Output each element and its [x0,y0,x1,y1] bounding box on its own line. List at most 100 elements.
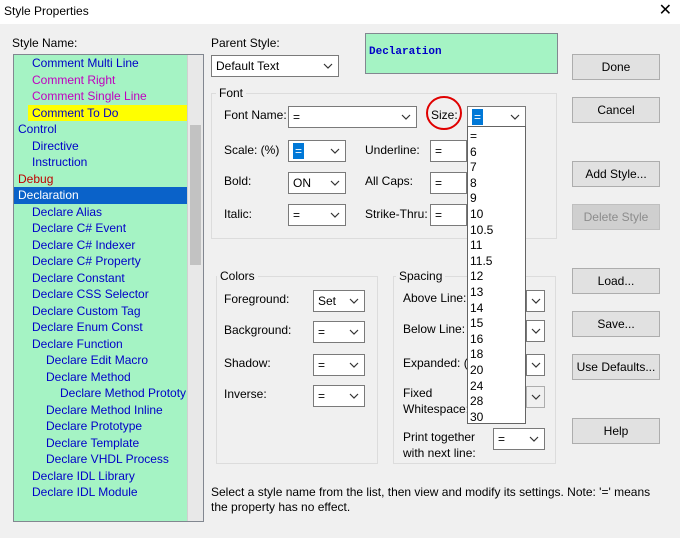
style-list-item[interactable]: Control [18,121,57,138]
chevron-down-icon [347,355,361,375]
use-defaults-button[interactable]: Use Defaults... [572,354,660,380]
size-option[interactable]: 10.5 [470,223,493,238]
bold-dropdown[interactable]: ON [288,172,346,194]
size-option[interactable]: = [470,129,477,144]
add-style-button[interactable]: Add Style... [572,161,660,187]
colors-group-label: Colors [217,269,258,283]
expanded-dropdown[interactable] [526,354,545,376]
bold-value: ON [293,176,311,190]
style-list-item[interactable]: Declare C# Indexer [32,237,135,254]
style-name-label: Style Name: [12,36,78,50]
style-list-item[interactable]: Declare Function [32,336,123,353]
inverse-dropdown[interactable]: = [313,385,365,407]
size-option[interactable]: 14 [470,301,483,316]
font-name-dropdown[interactable]: = [288,106,417,128]
style-list-item[interactable]: Comment Multi Line [32,55,139,72]
size-option[interactable]: 8 [470,176,477,191]
background-dropdown[interactable]: = [313,321,365,343]
size-option[interactable]: 9 [470,191,477,206]
below-line-dropdown[interactable] [526,320,545,342]
close-icon[interactable]: ✕ [659,2,672,20]
style-list-item[interactable]: Declare Alias [32,204,102,221]
style-name-list[interactable]: Comment Multi Line Comment Right Comment S… [13,54,204,522]
style-list-item[interactable]: Declare C# Event [32,220,126,237]
style-list-item[interactable]: Comment Right [32,72,115,89]
style-list-item[interactable]: Declare Template [46,435,139,452]
size-option[interactable]: 18 [470,347,483,362]
done-button[interactable]: Done [572,54,660,80]
background-label: Background: [224,323,292,337]
scale-dropdown[interactable]: = [288,140,346,162]
all-caps-dropdown[interactable]: = [430,172,467,194]
parent-style-value: Default Text [216,59,280,73]
style-list-item[interactable]: Declare IDL Module [32,484,138,501]
size-option[interactable]: 11 [470,238,482,253]
strike-thru-dropdown[interactable]: = [430,204,467,226]
style-list-item[interactable]: Directive [32,138,79,155]
style-list-item[interactable]: Declare Method Prototy [60,385,186,402]
size-dropdown[interactable]: = [467,106,526,128]
shadow-dropdown[interactable]: = [313,354,365,376]
italic-dropdown[interactable]: = [288,204,346,226]
size-options-list[interactable]: = 6 7 8 9 10 10.5 11 11.5 12 13 14 15 16 18 20 24 28 30 [467,126,526,424]
above-line-label: Above Line: [403,291,467,305]
print-together-label: Print together [403,430,476,444]
size-option[interactable]: 10 [470,207,483,222]
style-list-item[interactable]: Declare Constant [32,270,125,287]
style-list-item[interactable]: Declare VHDL Process [46,451,169,468]
size-option[interactable]: 7 [470,160,477,175]
size-option[interactable]: 15 [470,316,483,331]
style-list-scrollbar[interactable] [187,55,203,521]
style-properties-dialog: Style Properties ✕ Style Name: Comment M… [0,0,680,538]
scrollbar-thumb[interactable] [190,125,201,265]
style-list-item[interactable]: Declare Prototype [46,418,142,435]
chevron-down-icon [328,141,342,161]
chevron-down-icon [347,291,361,311]
size-option[interactable]: 11.5 [470,254,492,269]
style-list-item[interactable]: Declare Custom Tag [32,303,141,320]
style-list-item[interactable]: Declare Enum Const [32,319,143,336]
print-together-value: = [498,432,506,446]
above-line-dropdown[interactable] [526,290,545,312]
style-list-item[interactable]: Declare IDL Library [32,468,135,485]
size-option[interactable]: 30 [470,410,483,425]
underline-label: Underline: [365,143,420,157]
size-option[interactable]: 6 [470,145,477,160]
style-list-item[interactable]: Declare Edit Macro [46,352,148,369]
size-option[interactable]: 24 [470,379,483,394]
size-value: = [472,109,484,125]
chevron-down-icon [529,355,543,375]
style-list-item[interactable]: Declare Method [46,369,131,386]
style-list-item[interactable]: Declaration [14,187,188,204]
style-list-item[interactable]: Instruction [32,154,87,171]
style-list-item[interactable]: Declare C# Property [32,253,141,270]
fixed-whitespace-dropdown[interactable] [526,386,545,408]
size-option[interactable]: 16 [470,332,483,347]
chevron-down-icon [529,291,543,311]
size-option[interactable]: 28 [470,394,483,409]
font-group-label: Font [216,86,247,100]
cancel-button[interactable]: Cancel [572,97,660,123]
underline-dropdown[interactable]: = [430,140,467,162]
load-button[interactable]: Load... [572,268,660,294]
save-button[interactable]: Save... [572,311,660,337]
chevron-down-icon [527,429,541,449]
size-option[interactable]: 12 [470,269,483,284]
spacing-group-label: Spacing [396,269,446,283]
size-option[interactable]: 20 [470,363,483,378]
size-option[interactable]: 13 [470,285,483,300]
chevron-down-icon [529,387,543,407]
style-list-item[interactable]: Declare CSS Selector [32,286,149,303]
style-list-item[interactable]: Comment To Do [28,104,188,121]
style-list-item[interactable]: Declare Method Inline [46,402,163,419]
help-button[interactable]: Help [572,418,660,444]
style-list-item[interactable]: Debug [18,171,53,188]
font-name-label: Font Name: [224,108,287,122]
style-list-item[interactable]: Comment Single Line [32,88,147,105]
foreground-dropdown[interactable]: Set [313,290,365,312]
chevron-down-icon [321,56,335,76]
parent-style-dropdown[interactable]: Default Text [211,55,339,77]
chevron-down-icon [529,321,543,341]
delete-style-button[interactable]: Delete Style [572,204,660,230]
print-together-dropdown[interactable]: = [493,428,545,450]
